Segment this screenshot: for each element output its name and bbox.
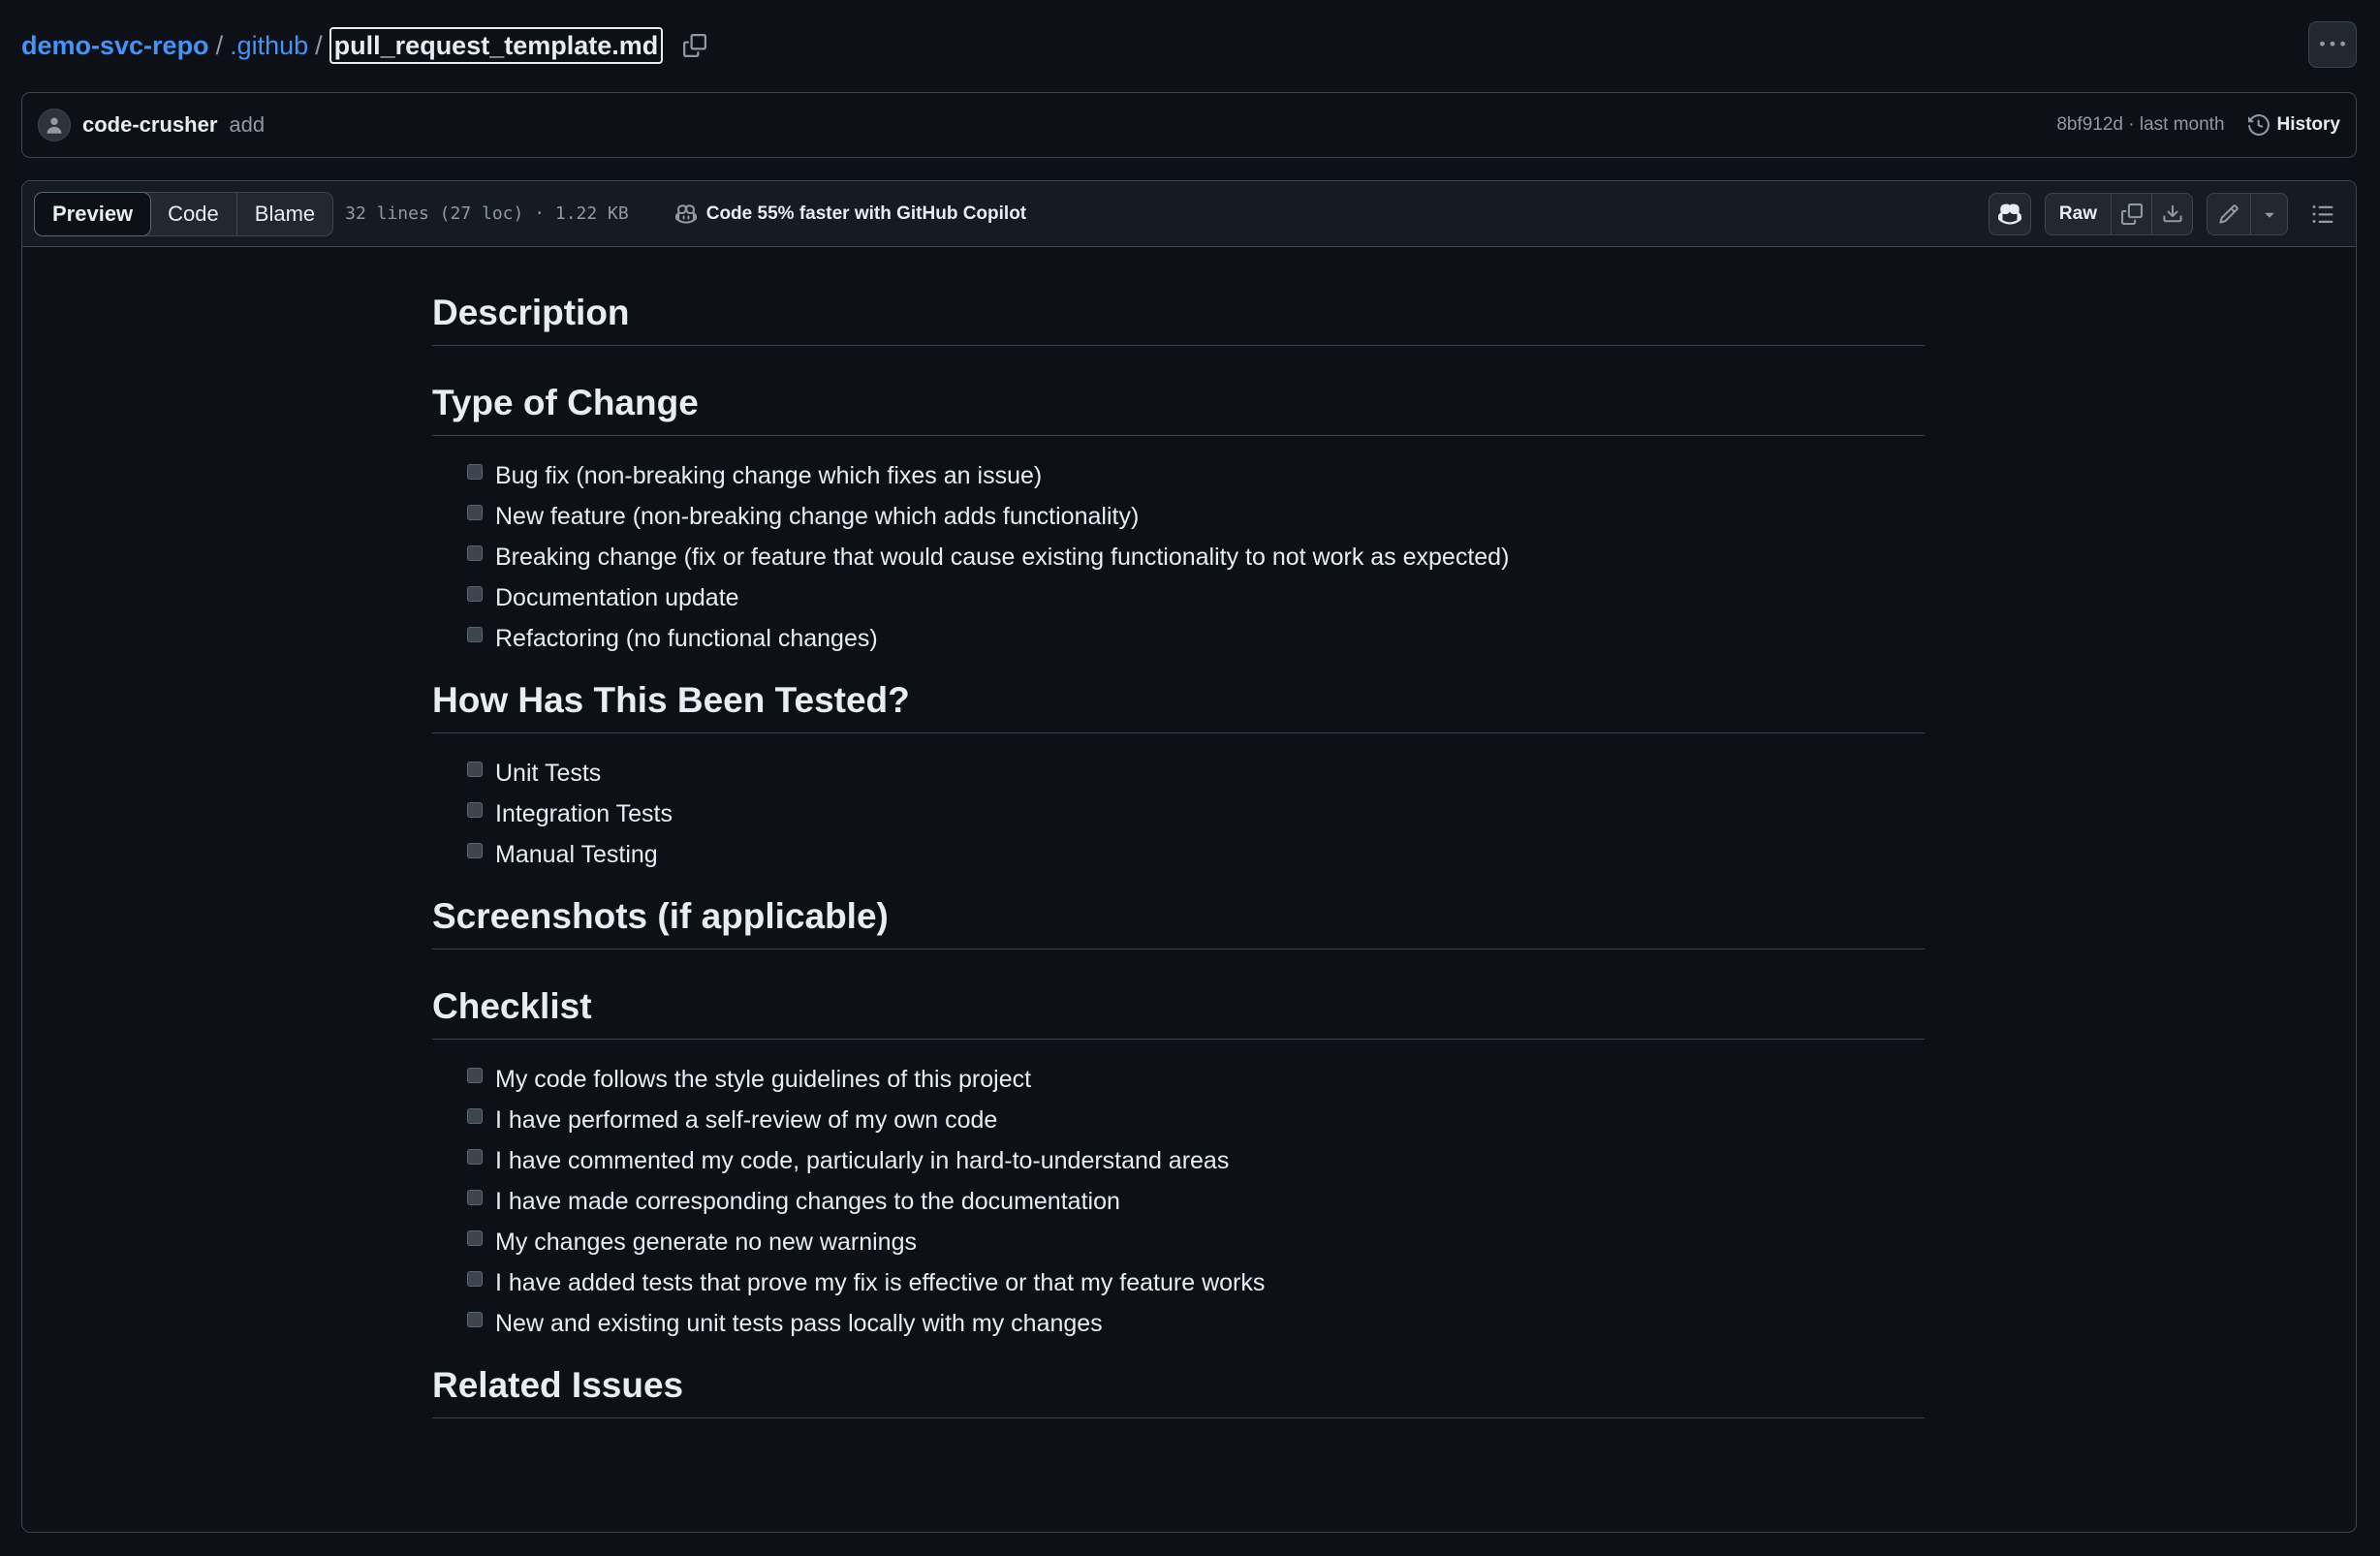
task-list-item: Integration Tests [467,794,1925,834]
breadcrumb-file-name: pull_request_template.md [329,27,664,64]
more-options-button[interactable] [2308,21,2357,68]
task-list-item: I have made corresponding changes to the… [467,1181,1925,1222]
latest-commit-bar: code-crusher add 8bf912d · last month Hi… [21,92,2357,158]
edit-file-button[interactable] [2208,194,2250,234]
pencil-icon [2219,203,2239,224]
commit-message-link[interactable]: add [229,112,265,138]
task-list-item: I have commented my code, particularly i… [467,1140,1925,1181]
commit-author-link[interactable]: code-crusher [82,112,217,138]
task-checkbox [467,1149,483,1165]
copy-path-button[interactable] [680,31,709,60]
heading-checklist: Checklist [432,984,1925,1040]
task-list-item: My changes generate no new warnings [467,1222,1925,1262]
task-label: I have added tests that prove my fix is … [495,1268,1266,1296]
task-checkbox [467,505,483,520]
task-list-item: New feature (non-breaking change which a… [467,496,1925,537]
task-checkbox [467,1190,483,1205]
task-checkbox [467,586,483,602]
heading-description: Description [432,291,1925,346]
task-checkbox [467,762,483,777]
tested-list: Unit Tests Integration Tests Manual Test… [432,753,1925,875]
kebab-horizontal-icon [2320,41,2345,47]
breadcrumb-folder-link[interactable]: .github [230,31,308,61]
task-checkbox [467,802,483,818]
task-checkbox [467,464,483,480]
task-list-item: Unit Tests [467,753,1925,794]
task-list-item: Bug fix (non-breaking change which fixes… [467,455,1925,496]
task-label: Refactoring (no functional changes) [495,624,878,652]
task-label: New and existing unit tests pass locally… [495,1309,1103,1337]
task-label: I have made corresponding changes to the… [495,1187,1120,1215]
copilot-promo-link[interactable]: Code 55% faster with GitHub Copilot [674,202,1027,225]
task-checkbox [467,1230,483,1246]
heading-screenshots: Screenshots (if applicable) [432,894,1925,949]
list-unordered-icon [2312,204,2333,223]
breadcrumb-repo-link[interactable]: demo-svc-repo [21,31,209,61]
checklist-list: My code follows the style guidelines of … [432,1059,1925,1344]
task-label: I have commented my code, particularly i… [495,1146,1230,1174]
tab-code[interactable]: Code [150,193,236,235]
task-label: My code follows the style guidelines of … [495,1065,1032,1093]
task-label: Unit Tests [495,759,602,787]
history-label: History [2276,114,2340,135]
task-list-item: Breaking change (fix or feature that wou… [467,537,1925,577]
outline-button[interactable] [2302,193,2344,235]
heading-how-tested: How Has This Been Tested? [432,678,1925,733]
task-checkbox [467,545,483,561]
task-checkbox [467,627,483,642]
breadcrumb-separator: / [215,30,224,60]
task-label: Manual Testing [495,840,658,868]
task-list-item: Documentation update [467,577,1925,618]
task-checkbox [467,1108,483,1124]
avatar-icon [47,117,62,134]
view-mode-switcher: Preview Code Blame [34,191,334,236]
markdown-body: Description Type of Change Bug fix (non-… [432,281,1925,1418]
file-header: Preview Code Blame 32 lines (27 loc) · 1… [22,181,2356,247]
download-icon [2162,204,2182,222]
copilot-button[interactable] [1988,192,2031,235]
raw-actions-group: Raw [2044,192,2193,235]
tab-blame[interactable]: Blame [235,192,332,235]
task-label: Documentation update [495,583,739,611]
copilot-icon [1997,202,2021,225]
tab-preview[interactable]: Preview [34,191,152,236]
copilot-promo-text: Code 55% faster with GitHub Copilot [705,202,1027,224]
task-list-item: I have added tests that prove my fix is … [467,1262,1925,1303]
edit-actions-group [2207,192,2288,235]
task-label: I have performed a self-review of my own… [495,1105,998,1134]
task-list-item: My code follows the style guidelines of … [467,1059,1925,1100]
task-label: Bug fix (non-breaking change which fixes… [495,461,1043,489]
copy-icon [2120,202,2143,225]
file-info: 32 lines (27 loc) · 1.22 KB [345,203,629,224]
download-button[interactable] [2151,193,2192,234]
task-label: My changes generate no new warnings [495,1228,917,1256]
history-icon [2247,114,2270,136]
task-label: New feature (non-breaking change which a… [495,502,1140,530]
type-of-change-list: Bug fix (non-breaking change which fixes… [432,455,1925,659]
heading-related-issues: Related Issues [432,1363,1925,1418]
edit-dropdown-button[interactable] [2250,193,2287,234]
task-list-item: New and existing unit tests pass locally… [467,1303,1925,1344]
task-checkbox [467,1312,483,1327]
task-checkbox [467,1271,483,1287]
triangle-down-icon [2264,212,2274,218]
copy-raw-button[interactable] [2111,193,2151,234]
raw-button[interactable]: Raw [2046,194,2111,234]
task-list-item: Manual Testing [467,834,1925,875]
commit-sha-time[interactable]: 8bf912d · last month [2056,114,2224,136]
task-list-item: I have performed a self-review of my own… [467,1100,1925,1140]
avatar[interactable] [38,109,71,141]
breadcrumb: demo-svc-repo / .github / pull_request_t… [0,0,2380,91]
task-checkbox [467,1068,483,1083]
task-list-item: Refactoring (no functional changes) [467,618,1925,659]
copilot-icon [674,203,697,224]
breadcrumb-separator: / [315,30,323,60]
task-label: Integration Tests [495,799,673,827]
task-checkbox [467,843,483,858]
copy-icon [683,34,707,57]
task-label: Breaking change (fix or feature that wou… [495,543,1510,571]
history-button[interactable]: History [2247,114,2340,136]
heading-type-of-change: Type of Change [432,381,1925,436]
